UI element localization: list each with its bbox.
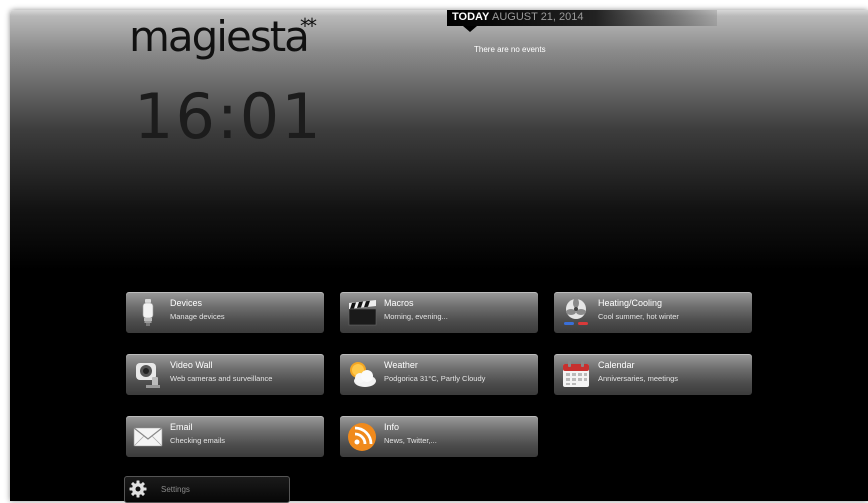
app-window: magiesta ** 16:01 TODAY AUGUST 21, 2014 … [10,10,868,503]
settings-label: Settings [161,485,190,494]
tile-title: Email [170,422,193,432]
events-header: TODAY AUGUST 21, 2014 [447,10,717,32]
tile-title: Macros [384,298,414,308]
settings-button[interactable]: Settings [124,476,290,503]
tile-video-wall[interactable]: Video Wall Web cameras and surveillance [126,354,324,395]
envelope-icon [133,427,163,447]
today-label: TODAY [452,11,490,23]
clock: 16:01 [134,80,323,153]
tile-title: Calendar [598,360,635,370]
tile-subtitle: Morning, evening... [384,312,448,321]
tile-subtitle: News, Twitter,... [384,436,437,445]
tile-devices[interactable]: Devices Manage devices [126,292,324,333]
calendar-icon [563,361,589,387]
tile-weather[interactable]: Weather Podgorica 31°C, Partly Cloudy [340,354,538,395]
tile-macros[interactable]: Macros Morning, evening... [340,292,538,333]
tile-title: Video Wall [170,360,213,370]
events-pointer [463,26,477,32]
tile-calendar[interactable]: Calendar Anniversaries, meetings [554,354,752,395]
tile-subtitle: Anniversaries, meetings [598,374,679,383]
tile-subtitle: Manage devices [170,312,225,321]
tile-title: Info [384,422,400,432]
tile-info[interactable]: Info News, Twitter,... [340,416,538,457]
tile-title: Heating/Cooling [598,298,663,308]
rss-icon [348,423,376,451]
tile-subtitle: Cool summer, hot winter [598,312,679,321]
fan-icon [564,298,588,325]
tile-title: Weather [384,360,418,370]
sun-cloud-icon [350,362,376,387]
events-date: AUGUST 21, 2014 [492,11,584,23]
tile-subtitle: Web cameras and surveillance [170,374,273,383]
logo-mark: ** [300,14,317,38]
no-events-text: There are no events [474,45,546,54]
clapperboard-icon [348,300,377,326]
app-logo: magiesta [129,12,310,61]
tile-subtitle: Podgorica 31°C, Partly Cloudy [384,374,486,383]
tile-email[interactable]: Email Checking emails [126,416,324,457]
camera-icon [136,363,160,388]
tile-heating-cooling[interactable]: Heating/Cooling Cool summer, hot winter [554,292,752,333]
tile-title: Devices [170,298,203,308]
gear-icon [129,480,147,498]
tile-subtitle: Checking emails [170,436,226,445]
light-bulb-icon [142,299,154,326]
